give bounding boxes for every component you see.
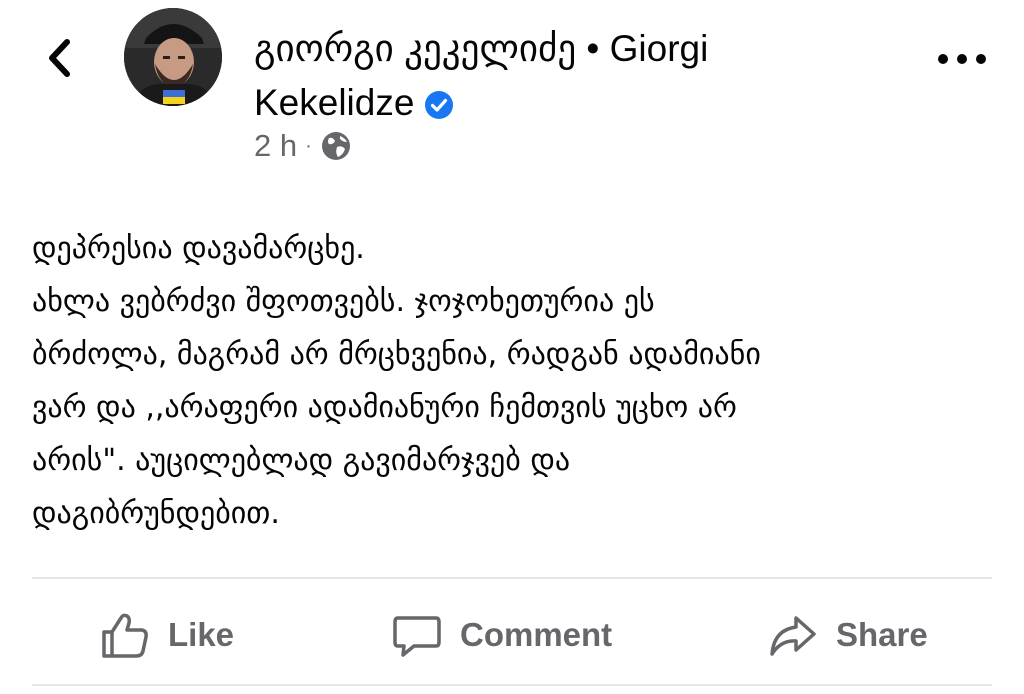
author-name-line1: გიორგი კეკელიძე • Giorgi	[254, 28, 709, 69]
avatar-photo	[124, 8, 222, 106]
globe-icon[interactable]	[320, 130, 352, 162]
post-text-line: ვარ და ,,არაფერი ადამიანური ჩემთვის უცხო…	[32, 390, 737, 425]
more-dot	[976, 54, 986, 64]
like-button[interactable]: Like	[100, 600, 234, 670]
meta-separator: ·	[305, 134, 312, 157]
author-name-line2: Kekelidze	[254, 82, 415, 123]
share-label: Share	[836, 616, 928, 653]
timestamp[interactable]: 2 h	[254, 128, 297, 164]
divider	[32, 577, 992, 579]
back-button[interactable]	[38, 36, 82, 80]
more-options-button[interactable]	[938, 44, 986, 74]
comment-button[interactable]: Comment	[392, 600, 612, 670]
share-button[interactable]: Share	[768, 600, 928, 670]
comment-label: Comment	[460, 616, 613, 653]
thumbs-up-icon	[102, 613, 148, 658]
post-text-line: ბრძოლა, მაგრამ არ მრცხვენია, რადგან ადამ…	[32, 337, 761, 372]
action-bar: Like Comment Share	[32, 600, 992, 670]
divider	[32, 684, 992, 686]
verified-badge-icon	[425, 91, 454, 119]
author-name[interactable]: გიორგი კეკელიძე • Giorgi Kekelidze	[254, 22, 854, 130]
post-text-line: დაგიბრუნდებით.	[32, 496, 280, 531]
speech-bubble-icon	[393, 616, 441, 657]
more-dot	[957, 54, 967, 64]
like-label: Like	[168, 616, 235, 653]
post-text-line: არის". აუცილებლად გავიმარჯვებ და	[32, 443, 571, 478]
author-name-line2-wrapper: Kekelidze	[254, 76, 854, 130]
post-page: გიორგი კეკელიძე • Giorgi Kekelidze 2 h ·…	[0, 0, 1024, 694]
post-meta: 2 h ·	[254, 126, 352, 166]
post-body: დეპრესია დავამარცხე. ახლა ვებრძვი შფოთვე…	[32, 222, 997, 540]
post-text-line: ახლა ვებრძვი შფოთვებს. ჯოჯოხეთურია ეს	[32, 284, 655, 319]
post-text-line: დეპრესია დავამარცხე.	[32, 231, 365, 266]
chevron-left-icon	[49, 39, 70, 77]
avatar[interactable]	[124, 8, 222, 106]
more-dot	[938, 54, 948, 64]
share-arrow-icon	[770, 616, 816, 656]
